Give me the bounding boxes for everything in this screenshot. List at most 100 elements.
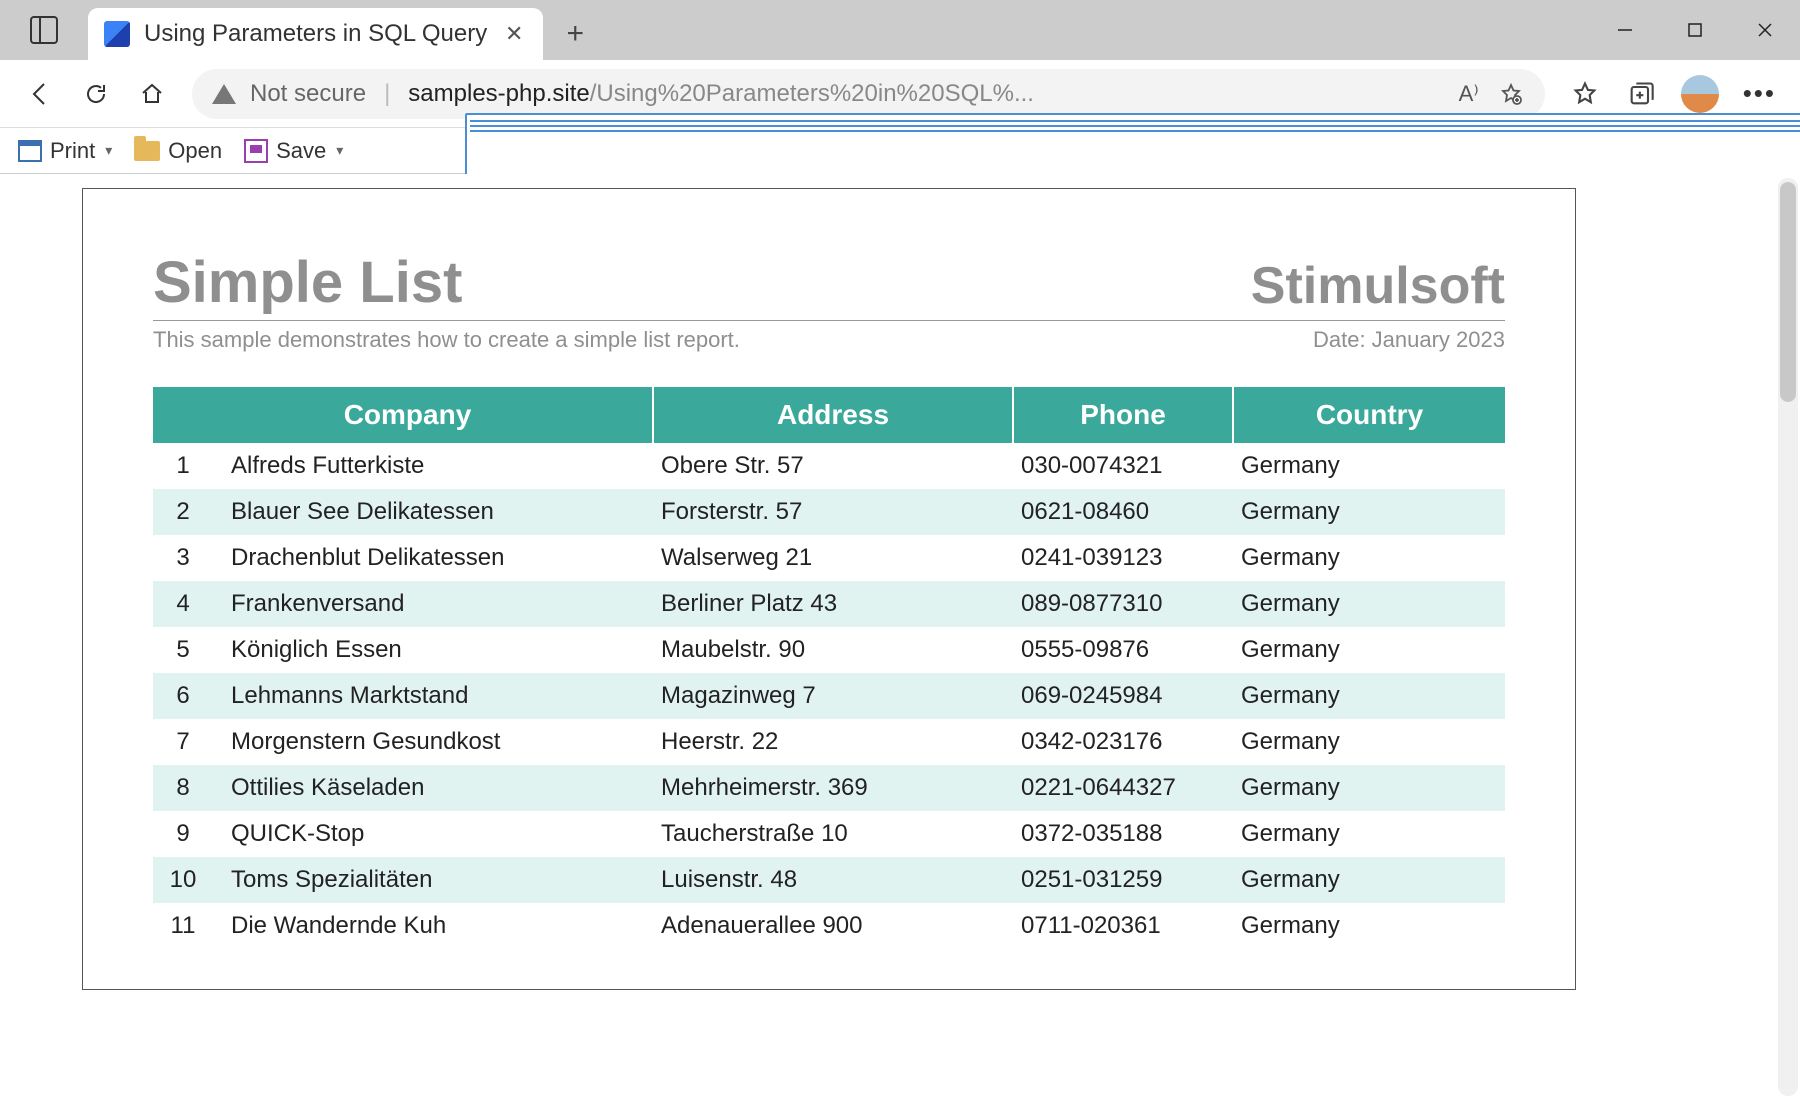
table-row: 5Königlich EssenMaubelstr. 900555-09876G… [153,627,1505,673]
save-icon [244,139,268,163]
home-button[interactable] [126,68,178,120]
report-brand: Stimulsoft [1251,256,1505,316]
cell-num: 6 [153,673,213,719]
cell-address: Forsterstr. 57 [653,489,1013,535]
cell-address: Maubelstr. 90 [653,627,1013,673]
table-row: 6Lehmanns MarktstandMagazinweg 7069-0245… [153,673,1505,719]
cell-phone: 0372-035188 [1013,811,1233,857]
save-button[interactable]: Save▾ [236,133,351,169]
refresh-button[interactable] [70,68,122,120]
browser-titlebar: Using Parameters in SQL Query ✕ + [0,0,1800,60]
cell-num: 5 [153,627,213,673]
open-button[interactable]: Open [126,133,230,169]
close-window-button[interactable] [1730,0,1800,60]
url-box[interactable]: Not secure | samples-php.site/Using%20Pa… [192,69,1545,119]
cell-country: Germany [1233,489,1505,535]
cell-country: Germany [1233,719,1505,765]
close-tab-icon[interactable]: ✕ [501,21,527,47]
cell-country: Germany [1233,811,1505,857]
cell-phone: 089-0877310 [1013,581,1233,627]
cell-country: Germany [1233,535,1505,581]
cell-address: Berliner Platz 43 [653,581,1013,627]
profile-avatar[interactable] [1681,75,1719,113]
print-button[interactable]: Print▾ [10,133,120,169]
report-subtitle: This sample demonstrates how to create a… [153,327,740,353]
open-label: Open [168,138,222,164]
table-row: 11Die Wandernde KuhAdenauerallee 9000711… [153,903,1505,949]
cell-company: Morgenstern Gesundkost [213,719,653,765]
more-menu-icon[interactable]: ••• [1743,78,1776,109]
cell-country: Germany [1233,673,1505,719]
table-row: 7Morgenstern GesundkostHeerstr. 220342-0… [153,719,1505,765]
cell-country: Germany [1233,857,1505,903]
report-viewport: Simple List Stimulsoft This sample demon… [0,174,1800,1100]
back-button[interactable] [14,68,66,120]
table-row: 10Toms SpezialitätenLuisenstr. 480251-03… [153,857,1505,903]
table-header-row: Company Address Phone Country [153,387,1505,443]
cell-country: Germany [1233,443,1505,489]
table-row: 8Ottilies KäseladenMehrheimerstr. 369022… [153,765,1505,811]
report-title: Simple List [153,249,462,316]
th-company: Company [153,387,653,443]
cell-phone: 0555-09876 [1013,627,1233,673]
folder-icon [134,141,160,161]
table-row: 4FrankenversandBerliner Platz 43089-0877… [153,581,1505,627]
cell-company: Blauer See Delikatessen [213,489,653,535]
security-label: Not secure [250,80,366,108]
tab-actions-icon[interactable] [30,16,58,44]
cell-address: Magazinweg 7 [653,673,1013,719]
th-address: Address [653,387,1013,443]
maximize-button[interactable] [1660,0,1730,60]
table-row: 1Alfreds FutterkisteObere Str. 57030-007… [153,443,1505,489]
cell-num: 11 [153,903,213,949]
table-row: 2Blauer See DelikatessenForsterstr. 5706… [153,489,1505,535]
cell-country: Germany [1233,627,1505,673]
favorites-icon[interactable] [1569,78,1601,110]
save-label: Save [276,138,326,164]
cell-company: Ottilies Käseladen [213,765,653,811]
cell-address: Heerstr. 22 [653,719,1013,765]
print-icon [18,140,42,162]
window-controls [1590,0,1800,60]
cell-address: Taucherstraße 10 [653,811,1013,857]
cell-company: Frankenversand [213,581,653,627]
new-tab-button[interactable]: + [553,12,597,56]
cell-num: 10 [153,857,213,903]
table-row: 9QUICK-StopTaucherstraße 100372-035188Ge… [153,811,1505,857]
warning-icon [212,84,236,104]
cell-country: Germany [1233,581,1505,627]
th-country: Country [1233,387,1505,443]
cell-num: 3 [153,535,213,581]
cell-phone: 0241-039123 [1013,535,1233,581]
reader-mode-icon[interactable]: A⁾ [1455,80,1483,108]
cell-company: Toms Spezialitäten [213,857,653,903]
scrollbar-thumb[interactable] [1780,182,1796,402]
cell-company: QUICK-Stop [213,811,653,857]
th-phone: Phone [1013,387,1233,443]
cell-phone: 069-0245984 [1013,673,1233,719]
collections-icon[interactable] [1625,78,1657,110]
cell-phone: 0221-0644327 [1013,765,1233,811]
cell-num: 1 [153,443,213,489]
cell-company: Königlich Essen [213,627,653,673]
report-date: Date: January 2023 [1313,327,1505,353]
browser-tab[interactable]: Using Parameters in SQL Query ✕ [88,8,543,60]
favorite-icon[interactable] [1497,80,1525,108]
url-text: samples-php.site/Using%20Parameters%20in… [408,80,1440,108]
cell-phone: 0251-031259 [1013,857,1233,903]
cell-num: 2 [153,489,213,535]
minimize-button[interactable] [1590,0,1660,60]
cell-num: 7 [153,719,213,765]
cell-phone: 0342-023176 [1013,719,1233,765]
vertical-scrollbar[interactable] [1778,178,1798,1096]
cell-num: 9 [153,811,213,857]
cell-country: Germany [1233,903,1505,949]
favicon-icon [104,21,130,47]
bookmarks-button[interactable] [375,133,1800,169]
print-label: Print [50,138,95,164]
cell-address: Walserweg 21 [653,535,1013,581]
cell-phone: 0621-08460 [1013,489,1233,535]
cell-num: 4 [153,581,213,627]
cell-country: Germany [1233,765,1505,811]
tab-title: Using Parameters in SQL Query [144,20,487,48]
